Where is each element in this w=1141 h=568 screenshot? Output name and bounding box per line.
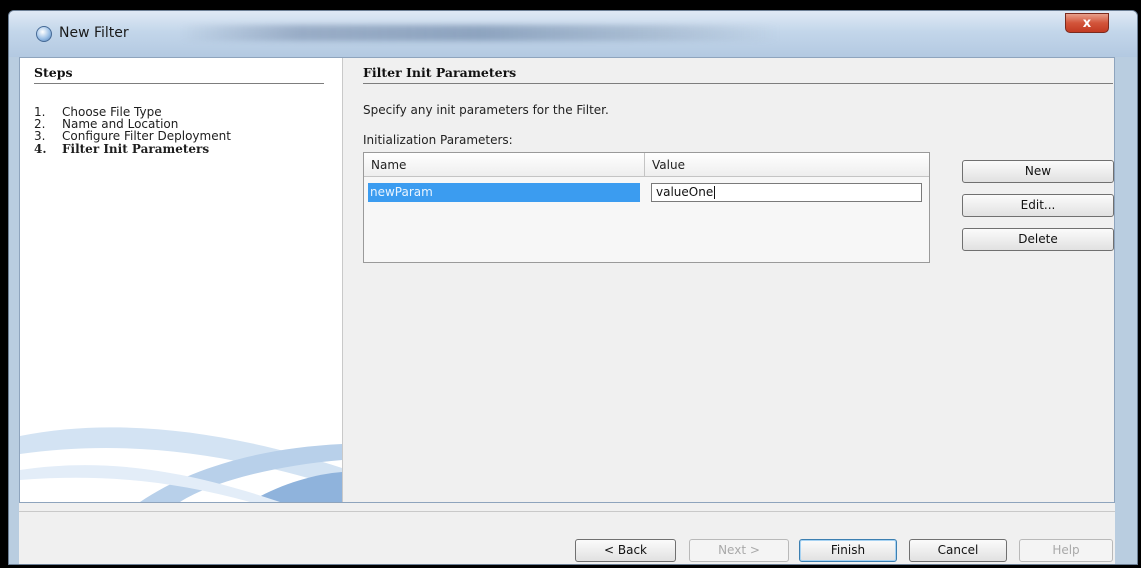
init-parameters-label: Initialization Parameters: (363, 133, 513, 147)
close-button[interactable]: x (1065, 13, 1109, 33)
step-number: 4. (34, 142, 47, 156)
edit-button[interactable]: Edit... (962, 194, 1114, 217)
param-name-cell[interactable]: newParam (368, 183, 640, 202)
param-value-field[interactable]: valueOne (651, 183, 922, 202)
step-label: Configure Filter Deployment (62, 129, 231, 143)
footer-divider (19, 511, 1115, 512)
steps-heading: Steps (34, 65, 324, 84)
steps-panel: Steps 1. Choose File Type 2. Name and Loca… (20, 58, 343, 502)
param-value-text: valueOne (656, 185, 714, 199)
panel-heading: Filter Init Parameters (363, 65, 1113, 84)
dialog-window: New Filter x Steps 1. Choose File Type 2.… (8, 10, 1138, 565)
text-cursor (714, 186, 716, 199)
help-button[interactable]: Help (1019, 539, 1113, 562)
wizard-footer: < Back Next > Finish Cancel Help (19, 503, 1115, 564)
wizard-content: Steps 1. Choose File Type 2. Name and Loca… (19, 57, 1115, 503)
step-item-filter-init-parameters: 4. Filter Init Parameters (34, 143, 209, 155)
next-button[interactable]: Next > (689, 539, 789, 562)
init-parameters-table[interactable]: Name Value newParam valueOne (363, 152, 930, 263)
step-number: 3. (34, 129, 46, 143)
step-item-configure-filter-deployment: 3. Configure Filter Deployment (34, 130, 231, 142)
window-title: New Filter (59, 25, 129, 41)
column-header-value[interactable]: Value (645, 153, 929, 177)
column-header-name[interactable]: Name (364, 153, 645, 177)
cancel-button[interactable]: Cancel (909, 539, 1007, 562)
finish-button[interactable]: Finish (799, 539, 897, 562)
delete-button[interactable]: Delete (962, 228, 1114, 251)
new-button[interactable]: New (962, 160, 1114, 183)
title-bar-blurred-background (179, 25, 779, 41)
close-icon: x (1082, 15, 1092, 31)
back-button[interactable]: < Back (575, 539, 676, 562)
step-label: Filter Init Parameters (62, 142, 210, 156)
wizard-decoration-graphic (20, 427, 342, 502)
title-bar[interactable]: New Filter x (9, 11, 1137, 57)
panel-description: Specify any init parameters for the Filt… (363, 103, 609, 117)
app-icon (36, 26, 52, 42)
